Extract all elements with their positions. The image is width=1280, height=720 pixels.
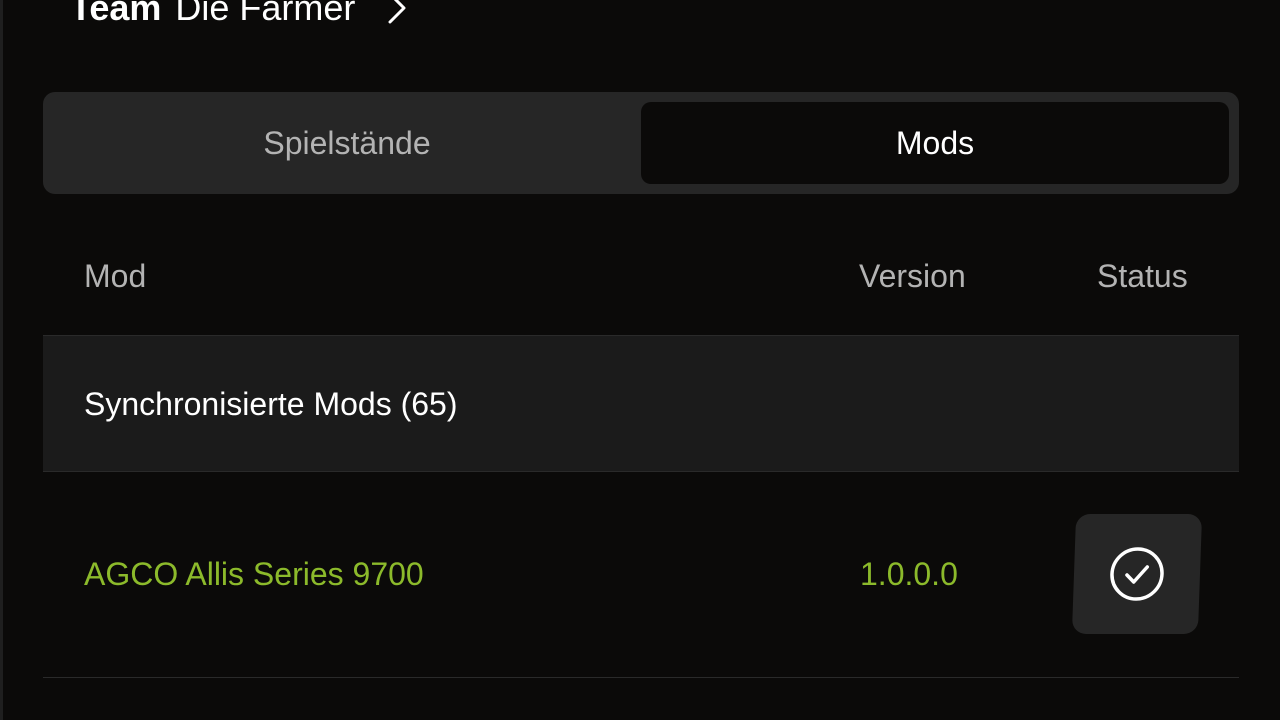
- group-row-synced-mods[interactable]: Synchronisierte Mods (65): [43, 335, 1239, 472]
- team-header[interactable]: Team Die Farmer: [70, 0, 409, 38]
- status-button[interactable]: [1071, 514, 1203, 634]
- column-header-status[interactable]: Status: [1097, 258, 1188, 295]
- table-row[interactable]: AGCO Allis Series 9700 1.0.0.0: [43, 472, 1239, 678]
- left-edge-divider: [0, 0, 3, 720]
- mod-name[interactable]: AGCO Allis Series 9700: [84, 556, 424, 593]
- chevron-right-icon[interactable]: [385, 0, 409, 28]
- column-header-mod[interactable]: Mod: [84, 258, 146, 295]
- team-name: Die Farmer: [175, 0, 356, 28]
- tab-bar: Spielstände Mods: [43, 92, 1239, 194]
- tab-spielstaende[interactable]: Spielstände: [53, 102, 641, 184]
- check-circle-icon: [1106, 544, 1168, 604]
- team-label: Team: [70, 0, 162, 28]
- table-header: Mod Version Status: [43, 218, 1239, 334]
- group-label: Synchronisierte Mods (65): [84, 386, 458, 422]
- tab-mods[interactable]: Mods: [641, 102, 1229, 184]
- page: Team Die Farmer Spielstände Mods Mod Ver…: [0, 0, 1280, 720]
- column-header-version[interactable]: Version: [859, 258, 966, 295]
- mod-version: 1.0.0.0: [860, 556, 958, 592]
